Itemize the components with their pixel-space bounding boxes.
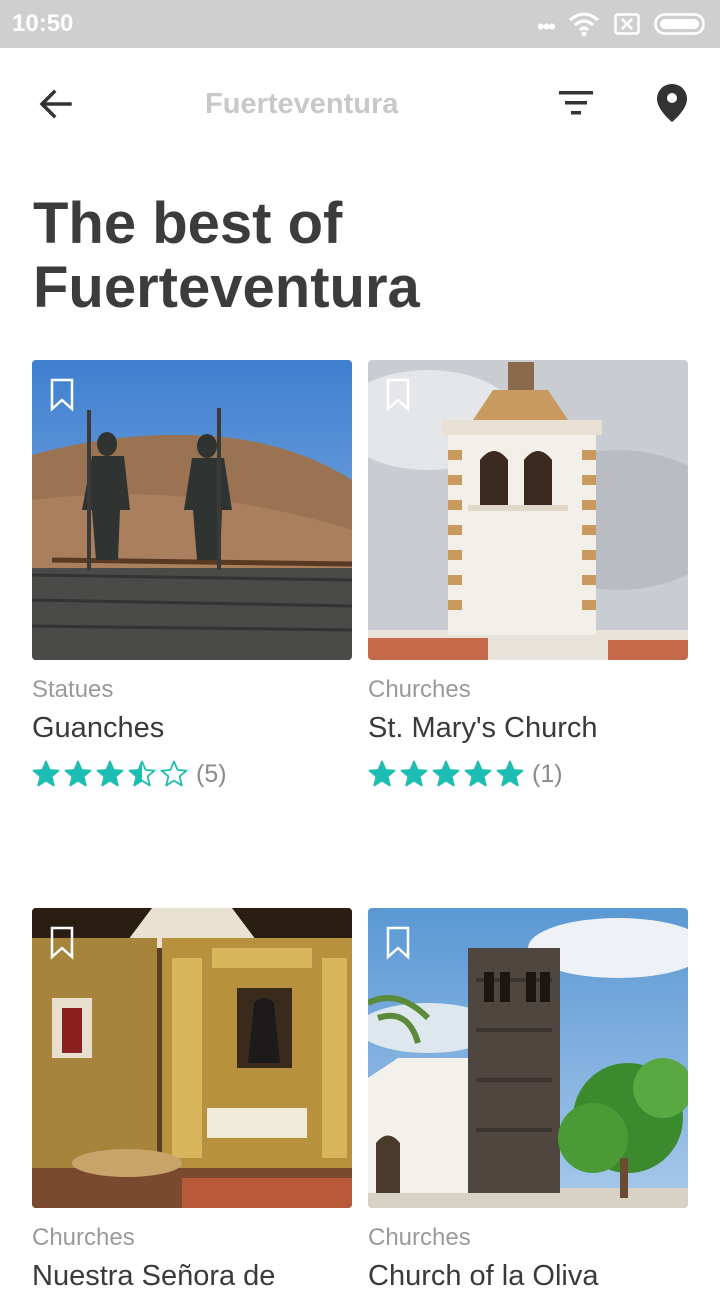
place-category: Statues	[32, 676, 114, 703]
star-rating: (5)	[32, 758, 227, 790]
top-app-bar: Fuerteventura	[0, 48, 720, 160]
more-dots-icon: •••	[536, 14, 556, 39]
place-photo-church-tower[interactable]	[368, 908, 688, 1208]
wifi-icon	[569, 12, 599, 37]
star-rating: (1)	[368, 758, 563, 790]
no-sim-icon	[614, 13, 640, 35]
place-category: Churches	[32, 1224, 135, 1251]
map-pin-icon[interactable]	[654, 82, 690, 124]
review-count: (5)	[196, 759, 227, 788]
toolbar-title: Fuerteventura	[205, 88, 399, 120]
place-photo-church-interior[interactable]	[32, 908, 352, 1208]
star-full-icon	[64, 760, 92, 787]
review-count: (1)	[532, 759, 563, 788]
place-card-nuestra-senora[interactable]: Churches Nuestra Señora de	[32, 908, 352, 1292]
place-photo-statues[interactable]	[32, 360, 352, 660]
bookmark-icon[interactable]	[386, 378, 410, 412]
back-arrow-icon[interactable]	[36, 84, 76, 124]
bookmark-icon[interactable]	[50, 926, 74, 960]
star-empty-icon	[160, 760, 188, 787]
page-title: The best of Fuerteventura	[33, 191, 420, 320]
filter-icon[interactable]	[556, 86, 596, 122]
place-category: Churches	[368, 1224, 471, 1251]
star-full-icon	[32, 760, 60, 787]
bookmark-icon[interactable]	[50, 378, 74, 412]
place-title[interactable]: Church of la Oliva	[368, 1260, 599, 1293]
place-title[interactable]: St. Mary's Church	[368, 712, 598, 745]
star-full-icon	[96, 760, 124, 787]
star-full-icon	[496, 760, 524, 787]
bookmark-icon[interactable]	[386, 926, 410, 960]
place-category: Churches	[368, 676, 471, 703]
place-title[interactable]: Guanches	[32, 712, 164, 745]
place-card-guanches[interactable]: Statues Guanches (5)	[32, 360, 352, 788]
status-time: 10:50	[12, 10, 74, 37]
place-card-st-marys-church[interactable]: Churches St. Mary's Church (1)	[368, 360, 688, 788]
star-full-icon	[400, 760, 428, 787]
place-title[interactable]: Nuestra Señora de	[32, 1260, 275, 1293]
star-half-icon	[128, 760, 156, 787]
status-bar: 10:50 •••	[0, 0, 720, 48]
place-photo-church[interactable]	[368, 360, 688, 660]
place-card-church-of-la-oliva[interactable]: Churches Church of la Oliva	[368, 908, 688, 1292]
star-full-icon	[464, 760, 492, 787]
star-full-icon	[432, 760, 460, 787]
star-full-icon	[368, 760, 396, 787]
battery-icon	[654, 13, 705, 35]
